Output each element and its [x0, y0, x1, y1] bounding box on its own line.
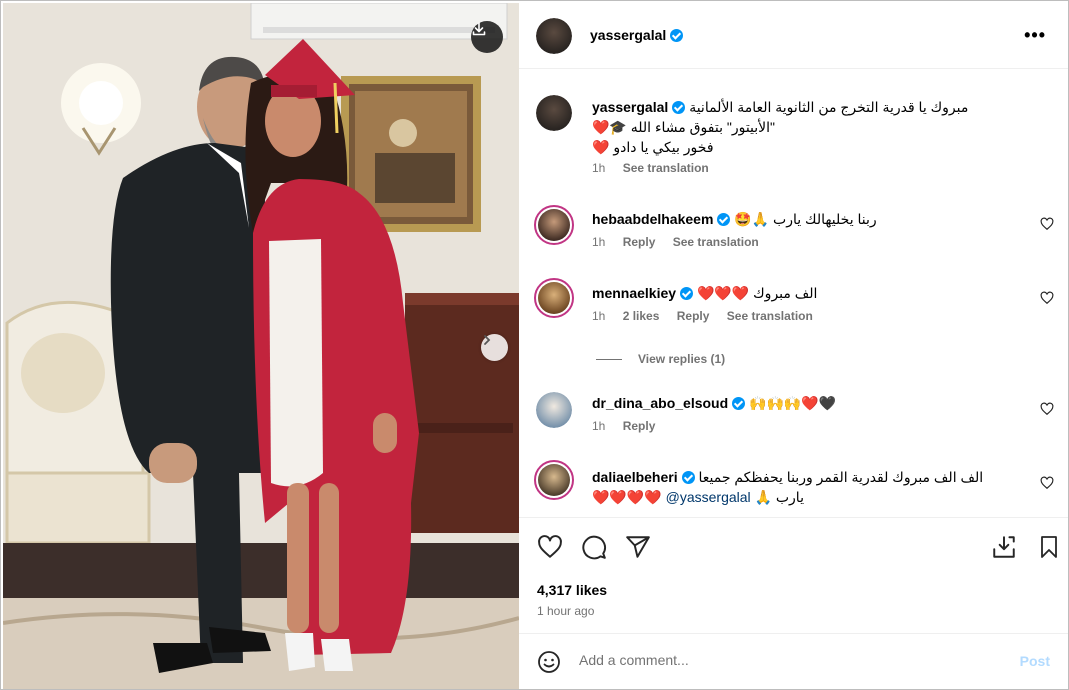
caption-author-avatar[interactable] — [536, 95, 572, 131]
comment-username[interactable]: daliaelbeheri — [592, 469, 678, 485]
comment-item: dr_dina_abo_elsoud 🙌🙌🙌❤️🖤 1h Reply — [592, 393, 1032, 433]
comment-time[interactable]: 1h — [592, 419, 605, 433]
likes-count[interactable]: 4,317 likes — [537, 582, 607, 598]
comment-username[interactable]: mennaelkiey — [592, 285, 676, 301]
caption-username[interactable]: yassergalal — [592, 99, 668, 115]
comment-composer: Post — [519, 633, 1068, 689]
see-translation-link[interactable]: See translation — [623, 161, 709, 175]
caption: yassergalal مبروك يا قدرية التخرج من الث… — [592, 97, 1032, 175]
heart-icon[interactable] — [1040, 217, 1054, 231]
comment-text: الف الف مبروك لقدرية القمر وربنا يحفظكم … — [698, 469, 984, 485]
author-username[interactable]: yassergalal — [590, 27, 666, 43]
comment-icon[interactable] — [581, 534, 607, 560]
post-actions: 4,317 likes 1 hour ago — [519, 517, 1068, 633]
verified-badge-icon — [672, 101, 686, 114]
emoji-icon[interactable] — [537, 650, 561, 674]
comment-text: 🙌🙌🙌❤️🖤 — [749, 395, 837, 411]
save-to-collection-icon[interactable] — [991, 534, 1017, 560]
post-time[interactable]: 1 hour ago — [537, 604, 594, 618]
author-name-row: yassergalal — [590, 27, 684, 43]
view-replies-button[interactable]: View replies (1) — [596, 352, 725, 366]
next-photo-button[interactable] — [481, 334, 508, 361]
chevron-right-icon — [484, 335, 491, 345]
comment-item: mennaelkiey الف مبروك ❤️❤️❤️ 1h 2 likes … — [592, 283, 1032, 323]
comment-avatar[interactable] — [534, 205, 574, 245]
heart-icon[interactable] — [1040, 402, 1054, 416]
comment-username[interactable]: hebaabdelhakeem — [592, 211, 713, 227]
more-options-icon[interactable]: ••• — [1024, 25, 1046, 46]
comment-text: ربنا يخليهالك يارب 🙏🤩 — [734, 211, 877, 227]
mention-link[interactable]: @yassergalal — [666, 489, 751, 505]
download-icon — [472, 22, 486, 36]
post-header: yassergalal ••• — [519, 3, 1068, 69]
author-avatar[interactable] — [536, 18, 572, 54]
comment-input[interactable] — [579, 652, 999, 668]
comment-avatar[interactable] — [536, 392, 572, 428]
caption-line-1: مبروك يا قدرية التخرج من الثانوية العامة… — [689, 99, 969, 115]
post-dialog: yassergalal ••• yassergalal مبروك يا قدر… — [0, 0, 1069, 690]
caption-time[interactable]: 1h — [592, 161, 605, 175]
comment-hearts: ❤️❤️❤️❤️ — [592, 489, 662, 505]
verified-badge-icon — [732, 397, 746, 410]
verified-badge-icon — [681, 471, 695, 484]
comments-list: yassergalal مبروك يا قدرية التخرج من الث… — [519, 70, 1068, 516]
comment-avatar[interactable] — [534, 278, 574, 318]
see-translation-link[interactable]: See translation — [673, 235, 759, 249]
reply-button[interactable]: Reply — [623, 419, 656, 433]
reply-button[interactable]: Reply — [623, 235, 656, 249]
comment-text: الف مبروك ❤️❤️❤️ — [696, 285, 818, 301]
verified-badge-icon — [717, 213, 731, 226]
share-icon[interactable] — [625, 534, 651, 560]
reply-button[interactable]: Reply — [677, 309, 710, 323]
download-button[interactable] — [471, 21, 503, 53]
verified-badge-icon — [680, 287, 694, 300]
comment-time[interactable]: 1h — [592, 235, 605, 249]
caption-line-2: "الأبيتور" بتفوق مشاء الله 🎓❤️ — [592, 119, 776, 135]
bookmark-icon[interactable] — [1037, 534, 1061, 560]
post-photo[interactable] — [3, 3, 519, 689]
comment-likes[interactable]: 2 likes — [623, 309, 660, 323]
verified-badge-icon — [670, 29, 684, 42]
heart-icon[interactable] — [1040, 476, 1054, 490]
comment-username[interactable]: dr_dina_abo_elsoud — [592, 395, 728, 411]
comment-item: daliaelbeheri الف الف مبروك لقدرية القمر… — [592, 467, 1032, 507]
comment-time[interactable]: 1h — [592, 309, 605, 323]
post-side-panel: yassergalal ••• yassergalal مبروك يا قدر… — [519, 3, 1068, 689]
caption-line-3: فخور بيكي يا دادو ❤️ — [592, 139, 714, 155]
post-comment-button[interactable]: Post — [1020, 653, 1050, 669]
heart-icon[interactable] — [537, 534, 563, 560]
comment-item: hebaabdelhakeem ربنا يخليهالك يارب 🙏🤩 1h… — [592, 209, 1032, 249]
heart-icon[interactable] — [1040, 291, 1054, 305]
comment-text-suffix: يارب 🙏 — [754, 489, 804, 505]
photo-illustration — [3, 3, 519, 689]
comment-avatar[interactable] — [534, 460, 574, 500]
see-translation-link[interactable]: See translation — [727, 309, 813, 323]
